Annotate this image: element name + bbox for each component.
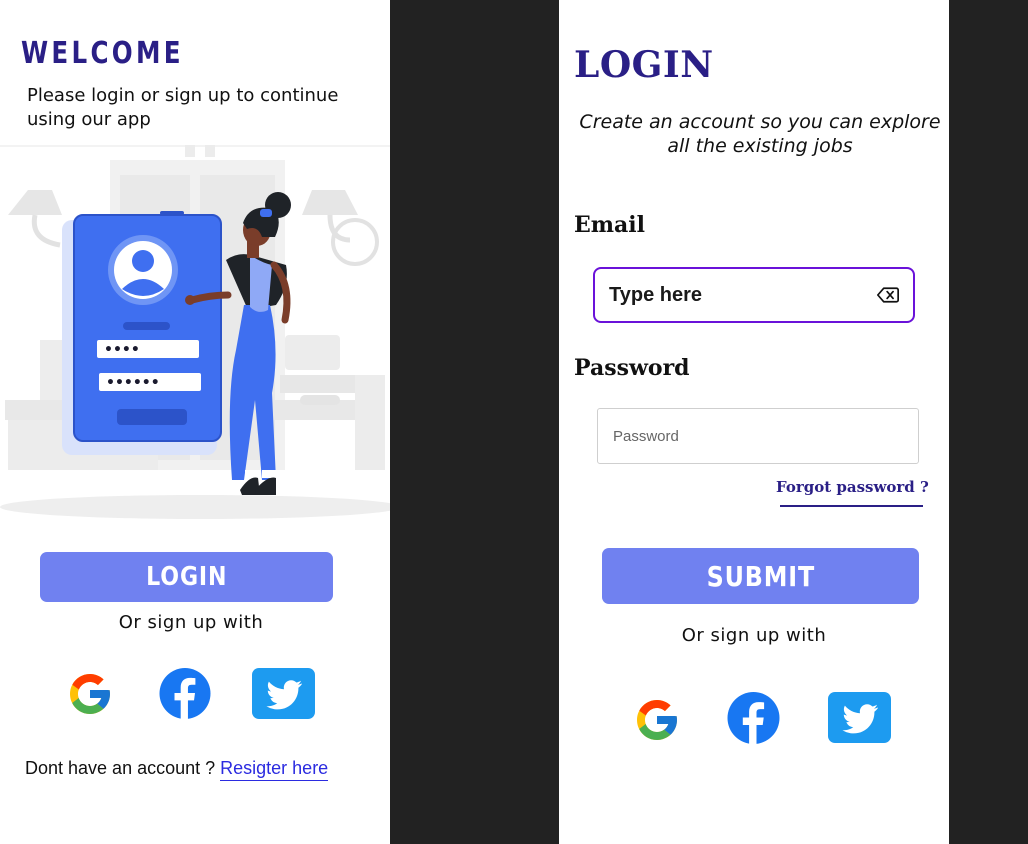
login-subtitle: Create an account so you can explore all… <box>579 111 941 157</box>
register-prompt: Dont have an account ? Resigter here <box>25 758 329 781</box>
illustration-pin: •••• <box>104 342 140 358</box>
password-field[interactable] <box>613 427 903 445</box>
login-title: LOGIN <box>574 44 714 86</box>
login-button[interactable]: LOGIN <box>40 552 333 602</box>
illustration-password: •••••• <box>106 375 160 391</box>
twitter-icon[interactable] <box>828 692 891 743</box>
facebook-icon[interactable] <box>723 692 784 744</box>
facebook-icon[interactable] <box>155 668 215 719</box>
email-field[interactable] <box>609 283 877 307</box>
twitter-icon[interactable] <box>252 668 315 719</box>
forgot-password-underline <box>780 505 923 507</box>
welcome-title: WELCOME <box>21 36 184 71</box>
clear-input-icon[interactable] <box>877 284 899 306</box>
or-sign-up-text: Or sign up with <box>681 625 827 646</box>
login-button-label: LOGIN <box>145 562 228 592</box>
google-icon[interactable] <box>64 670 116 718</box>
google-icon[interactable] <box>631 696 683 744</box>
submit-button[interactable]: SUBMIT <box>602 548 919 604</box>
submit-button-label: SUBMIT <box>706 559 815 593</box>
register-link[interactable]: Resigter here <box>220 758 329 781</box>
password-label: Password <box>574 355 690 381</box>
welcome-subtitle: Please login or sign up to continue usin… <box>27 85 339 130</box>
email-field-container <box>593 267 915 323</box>
forgot-password-link[interactable]: Forgot password ? <box>776 478 929 496</box>
welcome-screen: WELCOME Please login or sign up to conti… <box>0 0 390 844</box>
or-sign-up-text: Or sign up with <box>118 612 264 633</box>
login-illustration: •••• •••••• <box>0 145 390 519</box>
email-label: Email <box>574 212 646 238</box>
register-prompt-text: Dont have an account ? <box>25 758 221 778</box>
login-screen: LOGIN Create an account so you can explo… <box>559 0 949 844</box>
password-field-container <box>597 408 919 464</box>
